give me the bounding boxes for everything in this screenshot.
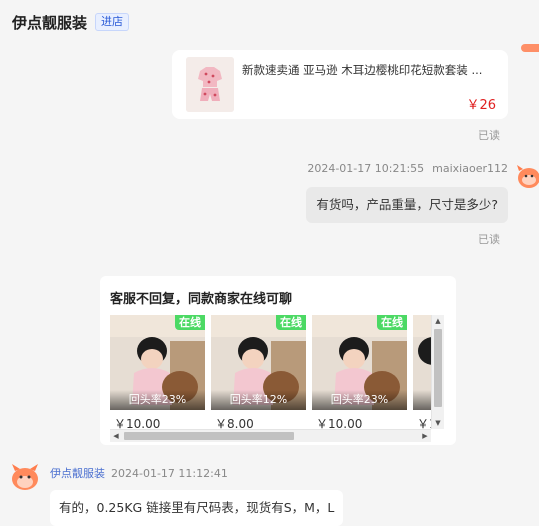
rebuy-rate: 回头率23% — [110, 390, 205, 410]
read-status: 已读 — [478, 129, 500, 142]
triangle-right-icon[interactable]: ▶ — [419, 430, 431, 442]
horizontal-scrollbar[interactable]: ◀ ▶ — [110, 429, 431, 442]
triangle-up-icon[interactable]: ▲ — [432, 315, 444, 327]
recommend-image[interactable]: 在线 回头率12% — [211, 315, 306, 410]
triangle-left-icon[interactable]: ◀ — [110, 430, 122, 442]
vertical-scrollbar[interactable]: ▲ ▼ — [431, 315, 444, 429]
product-card[interactable]: 新款速卖通 亚马逊 木耳边樱桃印花短款套装 ... ￥26 — [172, 50, 508, 119]
recommend-price: ￥10.00 — [316, 417, 363, 429]
shop-message-meta: 伊点靓服装 2024-01-17 11:12:41 — [50, 465, 228, 481]
recommend-title: 客服不回复，同款商家在线可聊 — [110, 292, 293, 307]
triangle-down-icon[interactable]: ▼ — [432, 417, 444, 429]
scrollbar-thumb[interactable] — [124, 432, 294, 440]
product-thumbnail[interactable] — [186, 57, 234, 112]
scrollbar-thumb[interactable] — [434, 329, 442, 407]
product-title[interactable]: 新款速卖通 亚马逊 木耳边樱桃印花短款套装 ... — [242, 62, 498, 78]
recommend-item[interactable]: 在线 回头率12% ￥8.00 — [211, 315, 306, 429]
message-timestamp: 2024-01-17 11:12:41 — [111, 467, 228, 480]
message-username: maixiaoer112 — [432, 162, 508, 175]
enter-shop-button[interactable]: 进店 — [95, 13, 130, 31]
read-status: 已读 — [478, 233, 500, 246]
shop-sender-name[interactable]: 伊点靓服装 — [50, 467, 105, 480]
chat-header: 伊点靓服装 进店 — [0, 0, 539, 44]
shop-avatar[interactable] — [10, 462, 40, 492]
message-meta: 2024-01-17 10:21:55 maixiaoer112 — [307, 162, 508, 175]
online-badge: 在线 — [377, 315, 407, 330]
shop-name-title[interactable]: 伊点靓服装 — [12, 12, 87, 33]
recommend-image[interactable]: 在线 回头率23% — [110, 315, 205, 410]
recommend-card: 客服不回复，同款商家在线可聊 在线 回头率23% ￥10.00 在线 回头率12… — [100, 276, 456, 445]
edge-indicator — [521, 44, 539, 52]
recommend-item[interactable]: 在线 回头率23% ￥10.00 — [312, 315, 407, 429]
product-price: ￥26 — [466, 98, 496, 113]
recommend-item[interactable]: 在线 回头率23% ￥10.00 — [110, 315, 205, 429]
user-avatar[interactable] — [515, 163, 539, 189]
online-badge: 在线 — [276, 315, 306, 330]
recommend-list: 在线 回头率23% ￥10.00 在线 回头率12% ￥8.00 在线 回头率2… — [110, 315, 444, 429]
recommend-price: ￥10.00 — [114, 417, 161, 429]
recommend-image[interactable]: 在线 回头率23% — [312, 315, 407, 410]
rebuy-rate: 回头率23% — [312, 390, 407, 410]
user-message-bubble: 有货吗，产品重量，尺寸是多少? — [306, 187, 508, 223]
online-badge: 在线 — [175, 315, 205, 330]
shop-message-bubble: 有的，0.25KG 链接里有尺码表，现货有S，M，L — [50, 490, 344, 526]
message-timestamp: 2024-01-17 10:21:55 — [307, 162, 425, 175]
rebuy-rate: 回头率12% — [211, 390, 306, 410]
recommend-price: ￥8.00 — [215, 417, 254, 429]
